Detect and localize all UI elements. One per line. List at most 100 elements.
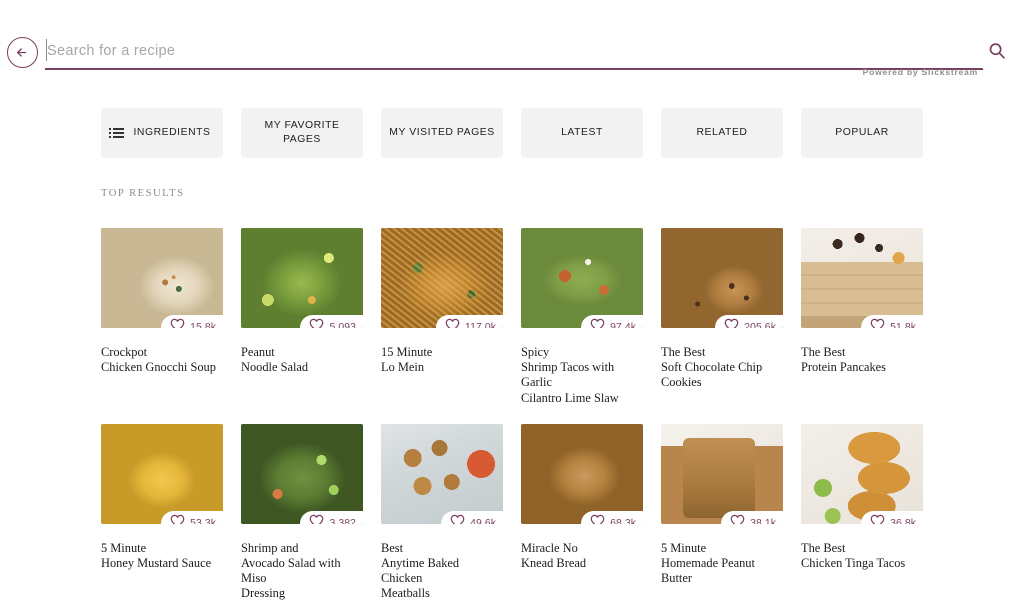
like-count: 51.8k [890, 322, 916, 328]
filter-tabs: INGREDIENTS MY FAVORITE PAGES MY VISITED… [101, 108, 923, 158]
like-badge[interactable]: 51.8k [861, 315, 923, 328]
recipe-image [241, 423, 363, 524]
search-icon [987, 41, 1007, 66]
result-card[interactable]: 49.6k Best Anytime Baked Chicken Meatball… [381, 423, 503, 602]
heart-icon [309, 318, 324, 328]
recipe-title: Crockpot Chicken Gnocchi Soup [101, 345, 216, 375]
heart-icon [870, 318, 885, 328]
heart-icon [590, 318, 605, 328]
recipe-title: Spicy Shrimp Tacos with Garlic Cilantro … [521, 345, 619, 405]
back-button[interactable] [7, 37, 38, 68]
recipe-image [101, 423, 223, 524]
recipe-image [521, 228, 643, 328]
recipe-thumbnail[interactable]: 49.6k [381, 423, 503, 524]
recipe-image [801, 228, 923, 328]
like-count: 5,093 [329, 322, 356, 328]
recipe-title: The Best Soft Chocolate Chip Cookies [661, 345, 763, 390]
recipe-title: The Best Chicken Tinga Tacos [801, 540, 906, 571]
recipe-image [381, 423, 503, 524]
heart-icon [170, 514, 185, 524]
recipe-title: Shrimp and Avocado Salad with Miso Dress… [241, 540, 341, 601]
recipe-title: Best Anytime Baked Chicken Meatballs [381, 540, 460, 601]
like-count: 3,382 [329, 517, 356, 524]
result-card[interactable]: 51.8k The Best Protein Pancakes [801, 228, 923, 406]
recipe-thumbnail[interactable]: 53.3k [101, 423, 223, 524]
results-grid: 15.8k Crockpot Chicken Gnocchi Soup 5,093 P… [101, 228, 923, 602]
recipe-thumbnail[interactable]: 68.3k [521, 423, 643, 524]
recipe-thumbnail[interactable]: 15.8k [101, 228, 223, 328]
like-badge[interactable]: 15.8k [161, 315, 223, 328]
like-badge[interactable]: 68.3k [581, 510, 643, 524]
recipe-thumbnail[interactable]: 3,382 [241, 423, 363, 524]
heart-icon [445, 318, 460, 328]
recipe-title: 15 Minute Lo Mein [381, 345, 433, 375]
result-card[interactable]: 68.3k Miracle No Knead Bread [521, 423, 643, 602]
like-badge[interactable]: 53.3k [161, 510, 223, 524]
like-count: 53.3k [190, 517, 216, 524]
result-card[interactable]: 36.8k The Best Chicken Tinga Tacos [801, 423, 923, 602]
tab-ingredients[interactable]: INGREDIENTS [101, 108, 223, 158]
like-count: 205.6k [744, 322, 776, 328]
tab-label: MY FAVORITE PAGES [264, 120, 340, 145]
heart-icon [590, 514, 605, 524]
like-badge[interactable]: 117.0k [435, 315, 503, 328]
recipe-image [241, 228, 363, 328]
recipe-image [381, 228, 503, 328]
recipe-thumbnail[interactable]: 38.1k [661, 423, 783, 524]
list-icon [109, 128, 125, 138]
recipe-image [101, 228, 223, 328]
like-badge[interactable]: 3,382 [300, 510, 363, 524]
like-count: 36.8k [890, 517, 916, 524]
like-count: 15.8k [190, 322, 216, 328]
tab-label: RELATED [696, 127, 748, 138]
recipe-thumbnail[interactable]: 205.6k [661, 228, 783, 328]
recipe-title: 5 Minute Homemade Peanut Butter [661, 540, 755, 586]
recipe-thumbnail[interactable]: 5,093 [241, 228, 363, 328]
result-card[interactable]: 117.0k 15 Minute Lo Mein [381, 228, 503, 406]
result-card[interactable]: 38.1k 5 Minute Homemade Peanut Butter [661, 423, 783, 602]
search-field[interactable] [45, 36, 983, 70]
search-bar: Powered by Slickstream [0, 0, 1024, 92]
like-badge[interactable]: 38.1k [721, 510, 783, 524]
result-card[interactable]: 5,093 Peanut Noodle Salad [241, 228, 363, 406]
search-input[interactable] [45, 36, 983, 66]
result-card[interactable]: 3,382 Shrimp and Avocado Salad with Miso … [241, 423, 363, 602]
heart-icon [309, 514, 324, 524]
like-badge[interactable]: 49.6k [441, 510, 503, 524]
heart-icon [170, 318, 185, 328]
like-count: 38.1k [750, 517, 776, 524]
tab-label: INGREDIENTS [133, 127, 211, 138]
tab-latest[interactable]: LATEST [521, 108, 643, 158]
like-badge[interactable]: 36.8k [861, 510, 923, 524]
like-badge[interactable]: 205.6k [715, 315, 783, 328]
top-results-heading: TOP RESULTS [101, 188, 185, 199]
tab-my-favorite-pages[interactable]: MY FAVORITE PAGES [241, 108, 363, 158]
recipe-image [521, 423, 643, 524]
recipe-thumbnail[interactable]: 51.8k [801, 228, 923, 328]
recipe-thumbnail[interactable]: 36.8k [801, 423, 923, 524]
like-count: 97.4k [610, 322, 636, 328]
heart-icon [870, 514, 885, 524]
tab-label: MY VISITED PAGES [389, 127, 495, 138]
like-count: 68.3k [610, 517, 636, 524]
tab-popular[interactable]: POPULAR [801, 108, 923, 158]
search-submit-button[interactable] [984, 40, 1010, 66]
tab-my-visited-pages[interactable]: MY VISITED PAGES [381, 108, 503, 158]
recipe-image [801, 423, 923, 524]
tab-related[interactable]: RELATED [661, 108, 783, 158]
result-card[interactable]: 205.6k The Best Soft Chocolate Chip Cooki… [661, 228, 783, 406]
heart-icon [730, 514, 745, 524]
like-badge[interactable]: 97.4k [581, 315, 643, 328]
result-card[interactable]: 15.8k Crockpot Chicken Gnocchi Soup [101, 228, 223, 406]
recipe-thumbnail[interactable]: 97.4k [521, 228, 643, 328]
like-badge[interactable]: 5,093 [300, 315, 363, 328]
tab-label: LATEST [561, 127, 603, 138]
result-card[interactable]: 97.4k Spicy Shrimp Tacos with Garlic Cila… [521, 228, 643, 406]
recipe-thumbnail[interactable]: 117.0k [381, 228, 503, 328]
recipe-title: Peanut Noodle Salad [241, 345, 309, 375]
heart-icon [450, 514, 465, 524]
result-card[interactable]: 53.3k 5 Minute Honey Mustard Sauce [101, 423, 223, 602]
recipe-image [661, 228, 783, 328]
like-count: 117.0k [464, 322, 496, 328]
recipe-title: Miracle No Knead Bread [521, 540, 587, 571]
